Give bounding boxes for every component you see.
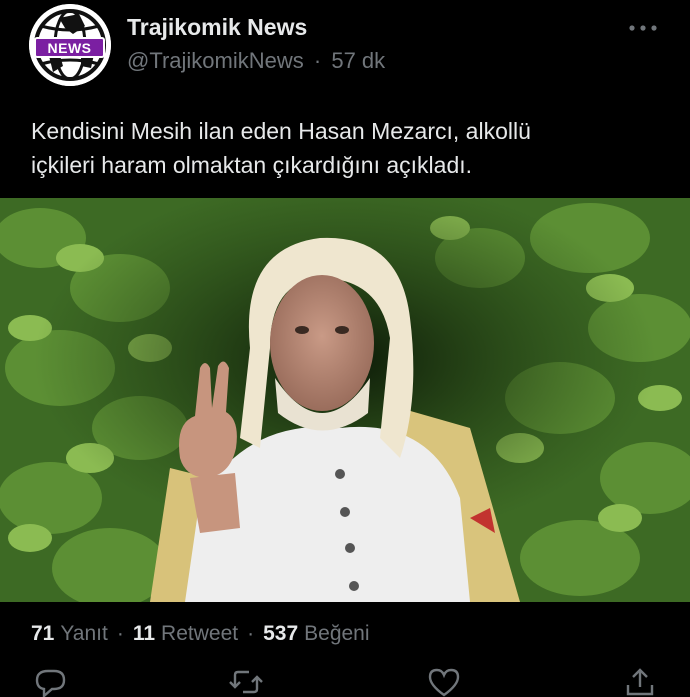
reply-icon[interactable] (34, 667, 68, 697)
retweet-icon[interactable] (229, 667, 263, 697)
meta-separator: · (313, 48, 322, 73)
author-display-name[interactable]: Trajikomik News (127, 14, 307, 41)
retweets-label: Retweet (161, 622, 239, 645)
tweet-time[interactable]: 57 dk (331, 48, 385, 73)
tweet-stats: 71 Yanıt · 11 Retweet · 537 Beğeni (31, 622, 370, 646)
likes-stat[interactable]: 537 Beğeni (263, 622, 369, 646)
photo-man-in-garden (0, 198, 690, 602)
replies-count: 71 (31, 622, 55, 645)
tweet-photo[interactable] (0, 198, 690, 602)
replies-label: Yanıt (60, 622, 108, 645)
retweets-stat[interactable]: 11 Retweet (133, 622, 238, 646)
heart-icon[interactable] (427, 667, 461, 697)
author-handle[interactable]: @TrajikomikNews (127, 48, 304, 73)
likes-count: 537 (263, 622, 299, 645)
author-meta: @TrajikomikNews · 57 dk (127, 48, 385, 74)
news-badge: NEWS (34, 37, 105, 58)
tweet-text: Kendisini Mesih ilan eden Hasan Mezarcı,… (31, 118, 531, 178)
likes-label: Beğeni (304, 622, 370, 645)
avatar[interactable]: NEWS (29, 4, 111, 86)
retweets-count: 11 (132, 622, 156, 645)
replies-stat[interactable]: 71 Yanıt (31, 622, 108, 646)
stats-separator: · (116, 622, 124, 645)
news-badge-label: NEWS (47, 39, 92, 56)
tweet-card[interactable]: NEWS Trajikomik News @TrajikomikNews · 5… (0, 0, 690, 697)
share-icon[interactable] (623, 667, 657, 697)
more-dots-icon[interactable] (625, 16, 661, 40)
stats-separator: · (247, 622, 255, 645)
